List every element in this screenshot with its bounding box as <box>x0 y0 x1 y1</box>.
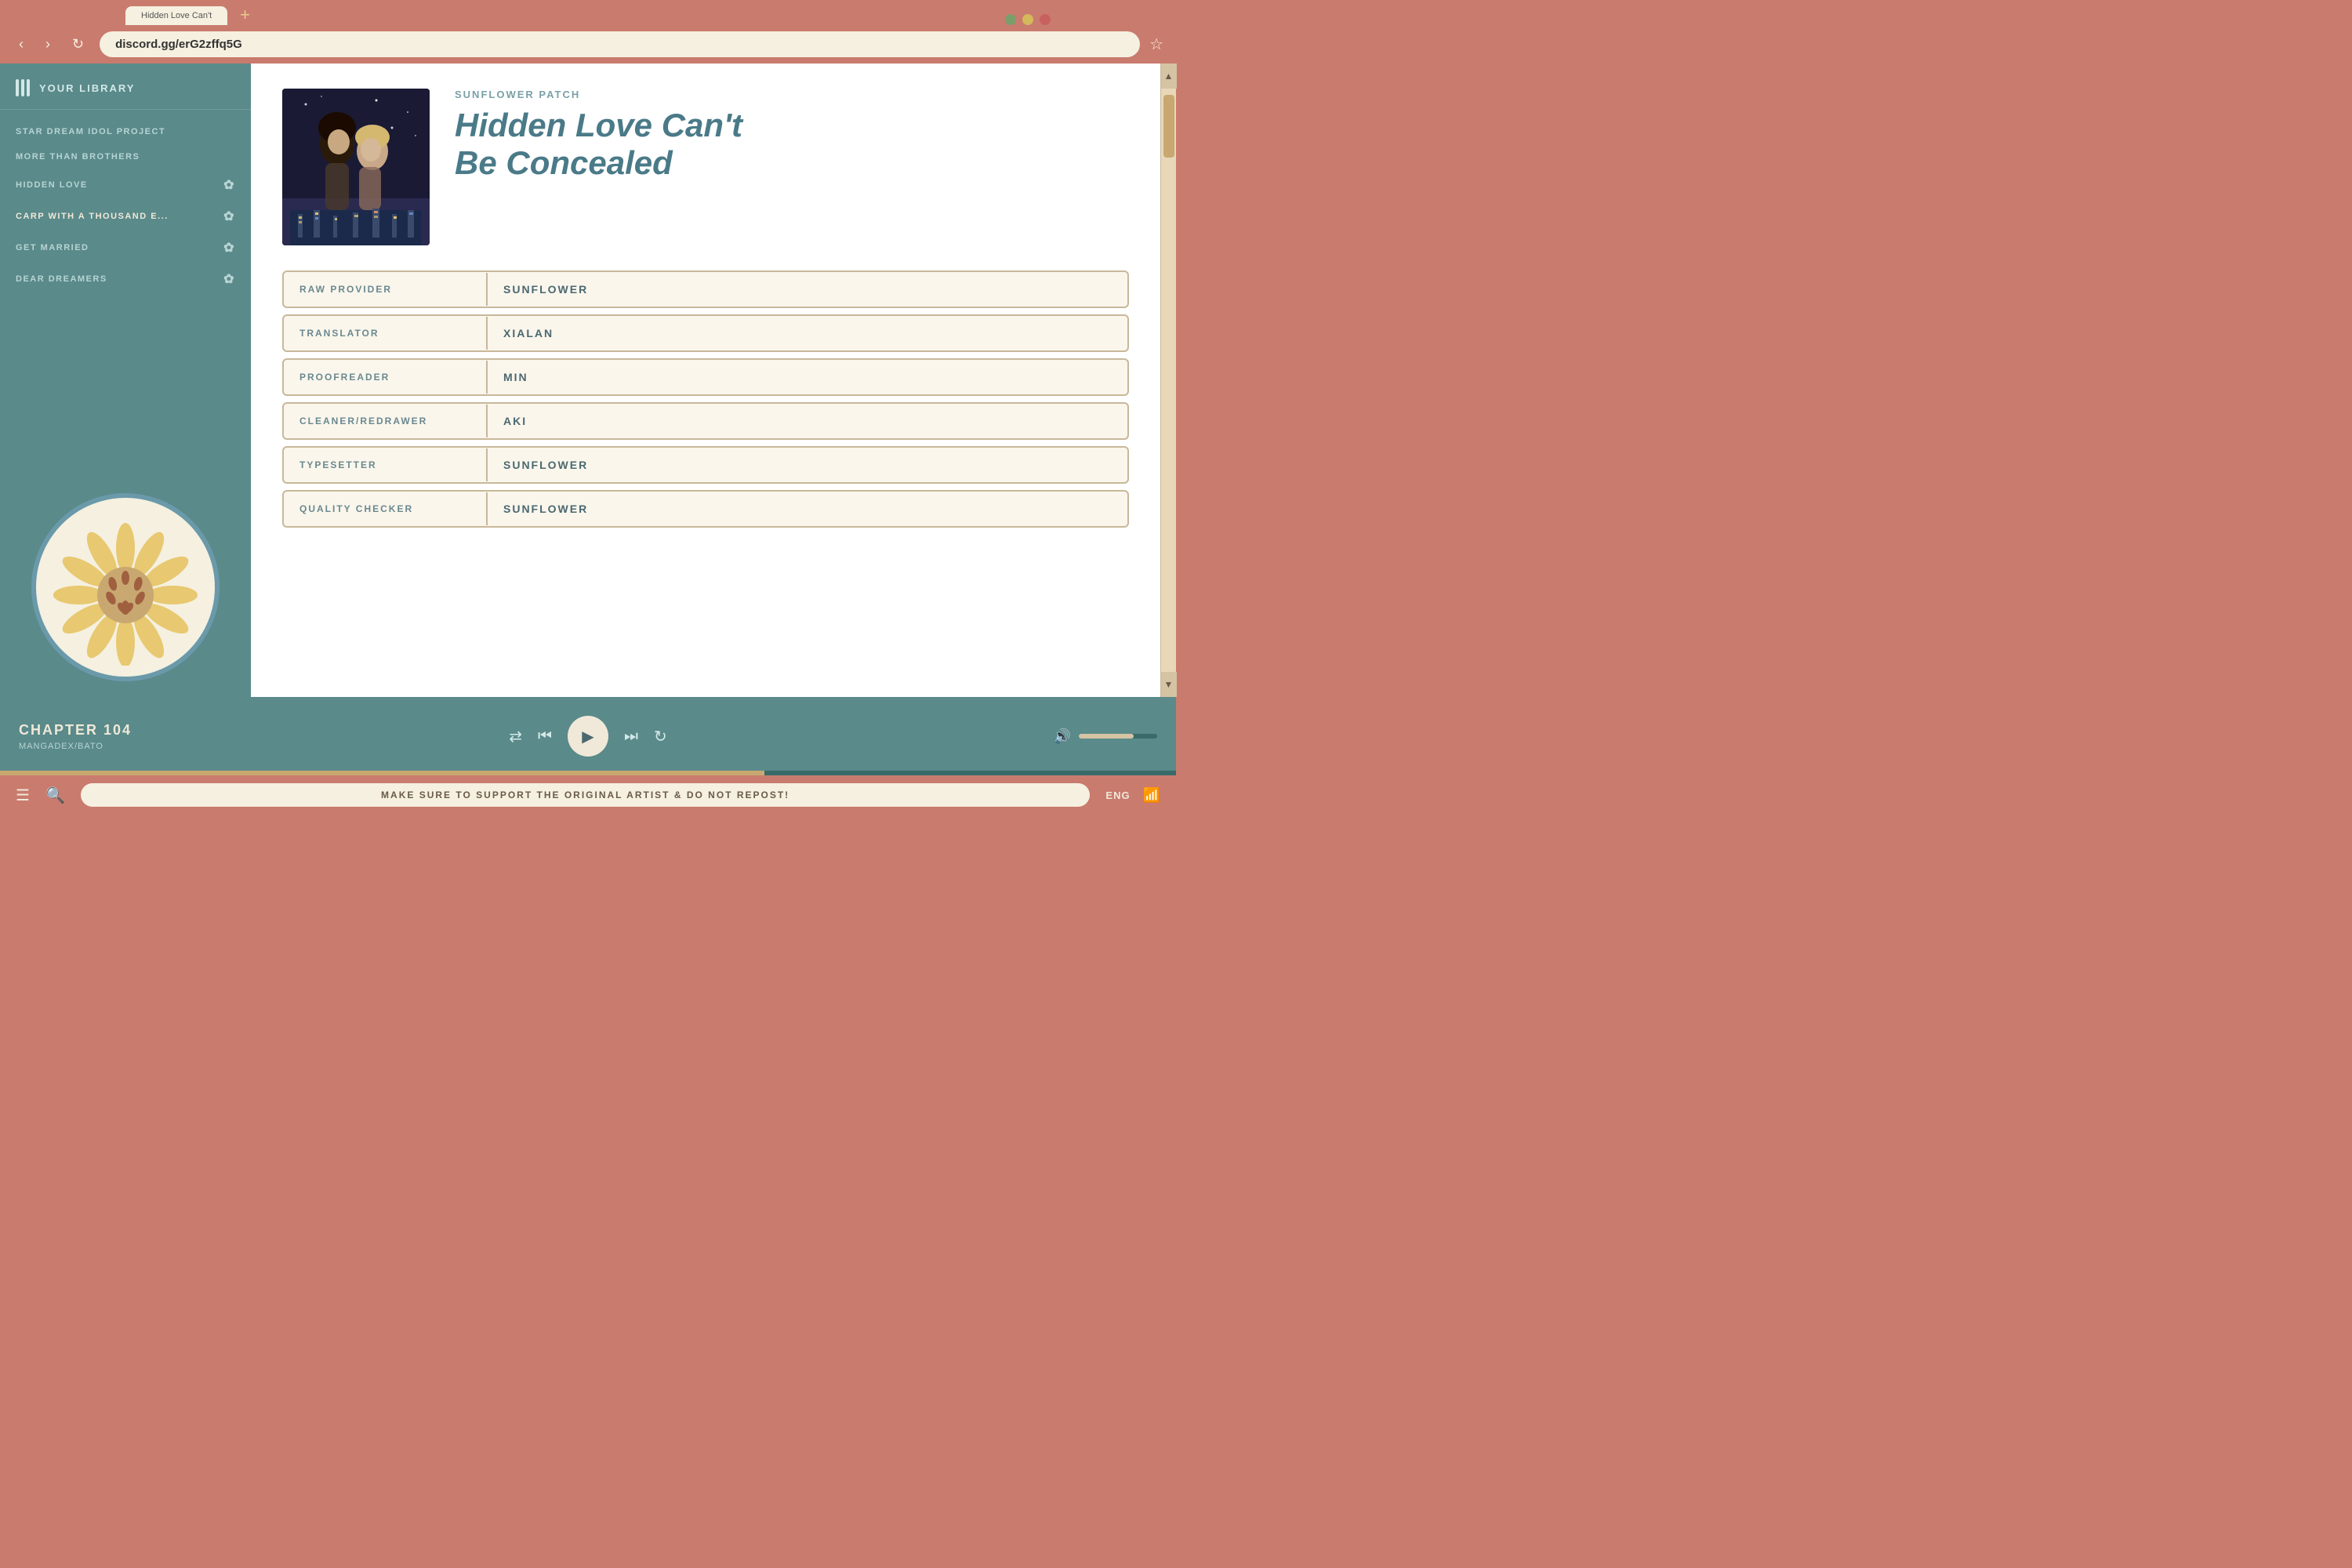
sidebar-item-more-than[interactable]: MORE THAN BROTHERS <box>0 144 251 169</box>
navigation-bar: ‹ › ↻ ☆ <box>0 25 1176 64</box>
chapter-info: CHAPTER 104 MANGADEX/BATO <box>19 722 160 751</box>
manga-title: Hidden Love Can't Be Concealed <box>455 107 1129 183</box>
chapter-title: CHAPTER 104 <box>19 722 160 739</box>
credit-label-typesetter: TYPESETTER <box>284 448 488 481</box>
search-icon[interactable]: 🔍 <box>45 786 65 805</box>
tab-active[interactable]: Hidden Love Can't <box>125 6 227 25</box>
scrollbar-up-button[interactable]: ▲ <box>1161 64 1177 89</box>
progress-bar[interactable] <box>0 771 1176 775</box>
play-button[interactable]: ▶ <box>568 716 608 757</box>
shuffle-button[interactable]: ⇄ <box>509 727 522 746</box>
sidebar-item-label: HIDDEN LOVE <box>16 180 88 190</box>
library-icon <box>16 79 30 96</box>
sidebar: YOUR LIBRARY STAR DREAM IDOL PROJECT MOR… <box>0 64 251 697</box>
credit-row-qc: QUALITY CHECKER SUNFLOWER <box>282 490 1129 528</box>
menu-icon[interactable]: ☰ <box>16 786 30 805</box>
credit-row-raw: RAW PROVIDER SUNFLOWER <box>282 270 1129 308</box>
sidebar-title: YOUR LIBRARY <box>39 82 135 94</box>
progress-fill <box>0 771 764 775</box>
close-button[interactable] <box>1040 14 1051 25</box>
bookmark-button[interactable]: ☆ <box>1149 34 1163 54</box>
wifi-icon: 📶 <box>1143 787 1160 804</box>
flower-icon: ✿ <box>223 209 235 224</box>
maximize-button[interactable] <box>1022 14 1033 25</box>
credit-label-raw: RAW PROVIDER <box>284 273 488 306</box>
sidebar-item-label: GET MARRIED <box>16 243 89 252</box>
minimize-button[interactable] <box>1005 14 1016 25</box>
sidebar-item-label: DEAR DREAMERS <box>16 274 107 284</box>
player-controls: ⇄ ⏮ ▶ ⏭ ↻ <box>176 716 1000 757</box>
sidebar-logo <box>16 477 235 697</box>
next-button[interactable]: ⏭ <box>624 728 638 746</box>
credit-row-typesetter: TYPESETTER SUNFLOWER <box>282 446 1129 484</box>
credit-label-qc: QUALITY CHECKER <box>284 492 488 525</box>
browser-content: YOUR LIBRARY STAR DREAM IDOL PROJECT MOR… <box>0 64 1176 697</box>
flower-icon: ✿ <box>223 177 235 193</box>
sidebar-item-label: STAR DREAM IDOL PROJECT <box>16 127 165 136</box>
credit-label-cleaner: CLEANER/REDRAWER <box>284 405 488 437</box>
cover-art <box>282 89 430 245</box>
address-bar[interactable] <box>100 31 1140 57</box>
manga-title-line1: Hidden Love Can't <box>455 107 742 143</box>
group-name: SUNFLOWER PATCH <box>455 89 1129 100</box>
new-tab-button[interactable]: + <box>230 5 260 25</box>
credit-row-translator: TRANSLATOR XIALAN <box>282 314 1129 352</box>
cover-svg <box>282 89 430 245</box>
credit-value-cleaner: AKI <box>488 404 543 438</box>
refresh-button[interactable]: ↻ <box>66 33 90 56</box>
credit-value-raw: SUNFLOWER <box>488 272 604 307</box>
sidebar-item-hidden-love[interactable]: HIDDEN LOVE ✿ <box>0 169 251 201</box>
back-button[interactable]: ‹ <box>13 33 30 56</box>
flower-icon: ✿ <box>223 271 235 287</box>
sidebar-item-star-dream[interactable]: STAR DREAM IDOL PROJECT <box>0 119 251 144</box>
credit-value-proofreader: MIN <box>488 360 544 394</box>
tab-label: Hidden Love Can't <box>141 11 212 20</box>
scrollbar-down-button[interactable]: ▼ <box>1161 672 1177 697</box>
sunflower-svg <box>47 509 204 666</box>
status-message: MAKE SURE TO SUPPORT THE ORIGINAL ARTIST… <box>81 783 1091 807</box>
flower-icon: ✿ <box>223 240 235 256</box>
repeat-button[interactable]: ↻ <box>654 727 667 746</box>
sidebar-item-carp[interactable]: CARP WITH A THOUSAND E... ✿ <box>0 201 251 232</box>
sidebar-item-get-married[interactable]: GET MARRIED ✿ <box>0 232 251 263</box>
credit-row-proofreader: PROOFREADER MIN <box>282 358 1129 396</box>
language-label[interactable]: ENG <box>1105 789 1130 801</box>
window-controls <box>1005 14 1051 25</box>
credit-value-translator: XIALAN <box>488 316 569 350</box>
credit-label-translator: TRANSLATOR <box>284 317 488 350</box>
sidebar-item-label: MORE THAN BROTHERS <box>16 152 140 162</box>
credit-value-typesetter: SUNFLOWER <box>488 448 604 482</box>
credits-table: RAW PROVIDER SUNFLOWER TRANSLATOR XIALAN… <box>282 270 1129 528</box>
forward-button[interactable]: › <box>39 33 56 56</box>
manga-title-line2: Be Concealed <box>455 144 673 181</box>
credit-label-proofreader: PROOFREADER <box>284 361 488 394</box>
status-right: ENG 📶 <box>1105 787 1160 804</box>
manga-info: SUNFLOWER PATCH Hidden Love Can't Be Con… <box>455 89 1129 245</box>
tab-bar: Hidden Love Can't + <box>0 0 1176 25</box>
sidebar-item-dear-dreamers[interactable]: DEAR DREAMERS ✿ <box>0 263 251 295</box>
sidebar-list: STAR DREAM IDOL PROJECT MORE THAN BROTHE… <box>0 110 251 477</box>
manga-header: SUNFLOWER PATCH Hidden Love Can't Be Con… <box>282 89 1129 245</box>
sidebar-header: YOUR LIBRARY <box>0 64 251 110</box>
main-content: SUNFLOWER PATCH Hidden Love Can't Be Con… <box>251 64 1160 697</box>
sunflower-circle <box>31 493 220 681</box>
status-bar: ☰ 🔍 MAKE SURE TO SUPPORT THE ORIGINAL AR… <box>0 775 1176 815</box>
credit-row-cleaner: CLEANER/REDRAWER AKI <box>282 402 1129 440</box>
volume-bar[interactable] <box>1079 734 1157 739</box>
volume-icon: 🔊 <box>1054 728 1071 745</box>
scrollbar: ▲ ▼ <box>1160 64 1176 697</box>
manga-cover <box>282 89 430 245</box>
volume-area: 🔊 <box>1016 728 1157 745</box>
chapter-source: MANGADEX/BATO <box>19 742 160 751</box>
player-bar: CHAPTER 104 MANGADEX/BATO ⇄ ⏮ ▶ ⏭ ↻ 🔊 <box>0 697 1176 775</box>
previous-button[interactable]: ⏮ <box>538 728 552 746</box>
credit-value-qc: SUNFLOWER <box>488 492 604 526</box>
sidebar-item-label: CARP WITH A THOUSAND E... <box>16 212 169 221</box>
scrollbar-thumb[interactable] <box>1163 95 1174 158</box>
volume-fill <box>1079 734 1134 739</box>
